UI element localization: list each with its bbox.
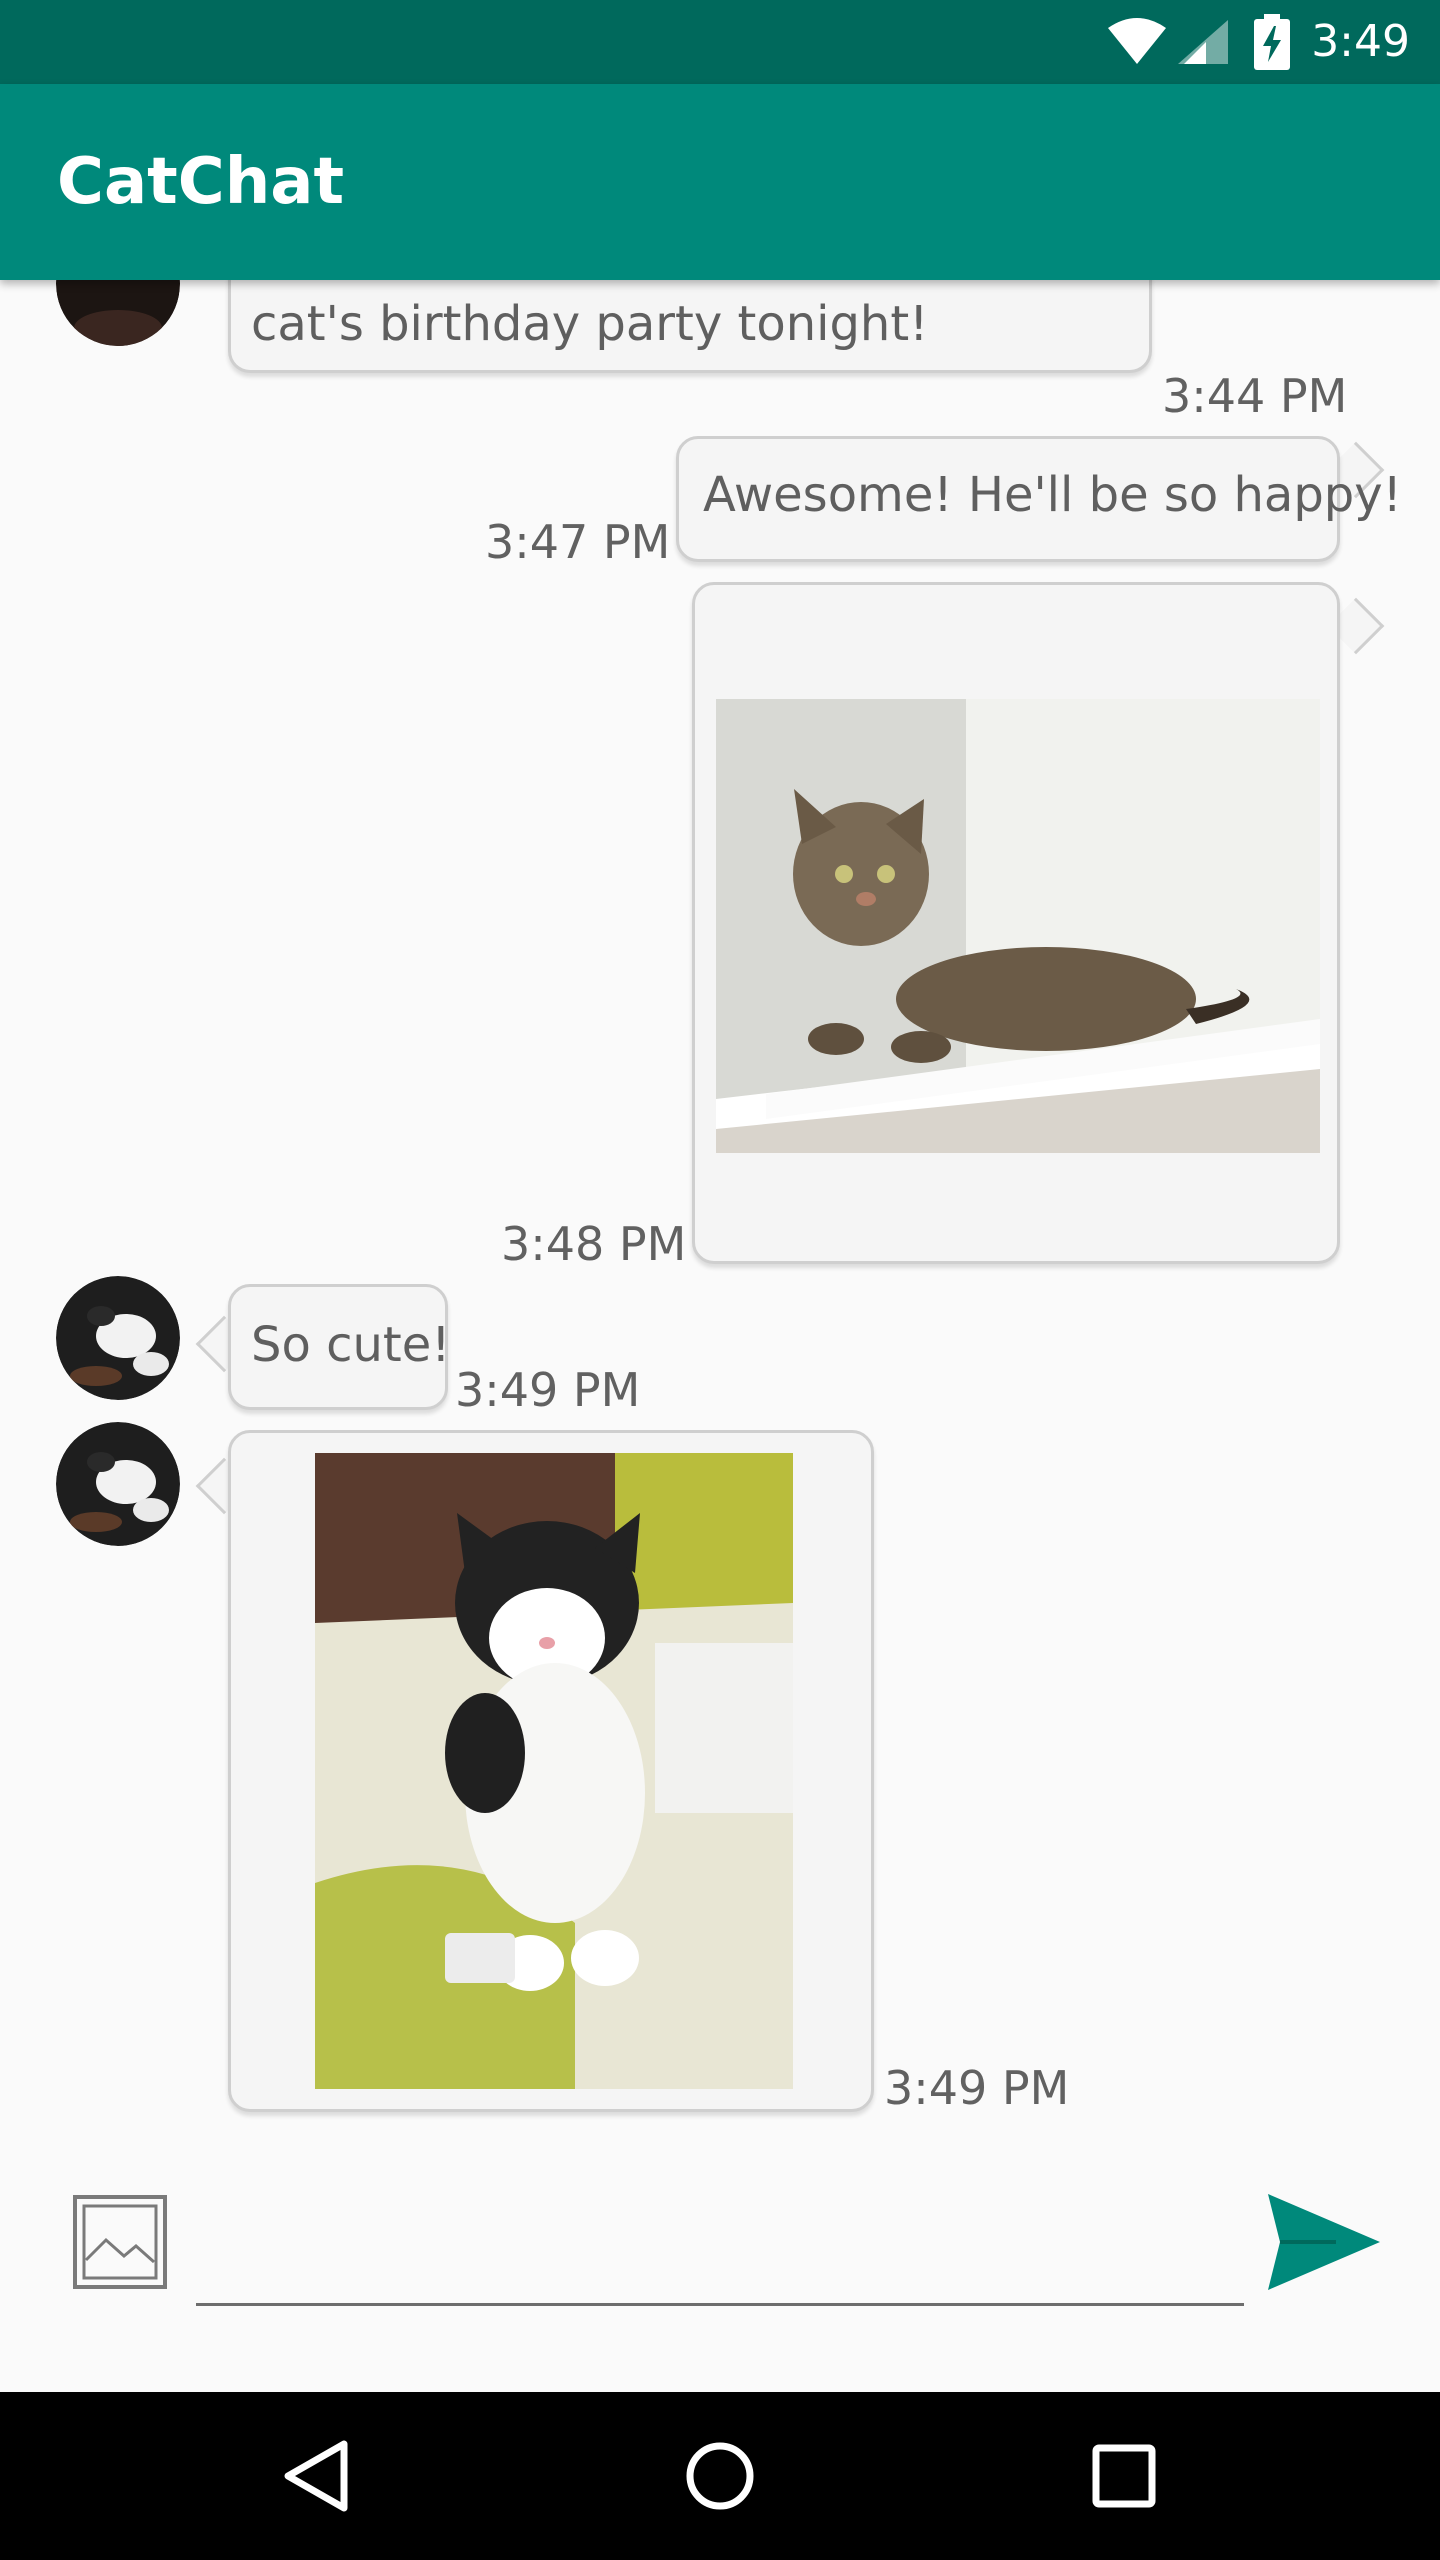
recents-icon[interactable] [1074, 2426, 1174, 2526]
tuxedo-cat-photo[interactable] [315, 1453, 793, 2089]
app-title: CatChat [57, 145, 345, 219]
message-bubble[interactable]: So cute! [228, 1284, 451, 1410]
status-clock: 3:49 [1311, 16, 1410, 67]
battery-charging-icon [1254, 14, 1290, 70]
message-text: So cute! [251, 1317, 451, 1373]
app-bar: CatChat [0, 84, 1440, 280]
signal-icon [1178, 20, 1228, 64]
avatar[interactable] [56, 1276, 180, 1400]
status-bar: 3:49 [0, 0, 1440, 84]
message-timestamp: 3:44 PM [1162, 369, 1348, 423]
avatar-photo-icon [56, 1422, 180, 1546]
back-icon[interactable] [266, 2426, 366, 2526]
avatar[interactable] [56, 1422, 180, 1546]
message-timestamp: 3:48 PM [501, 1217, 687, 1271]
navigation-bar [0, 2392, 1440, 2560]
message-text: cat's birthday party tonight! [251, 296, 929, 352]
message-text: Awesome! He'll be so happy! [703, 467, 1402, 523]
message-bubble[interactable]: Awesome! He'll be so happy! [676, 436, 1402, 562]
avatar-photo-icon [56, 280, 180, 346]
message-timestamp: 3:49 PM [455, 1363, 641, 1417]
message-timestamp: 3:47 PM [485, 515, 671, 569]
image-message-bubble[interactable] [692, 582, 1340, 1264]
avatar-photo-icon [56, 1276, 180, 1400]
tabby-cat-photo[interactable] [716, 699, 1320, 1153]
message-bubble[interactable]: cat's birthday party tonight! [228, 280, 1152, 373]
message-list[interactable]: cat's birthday party tonight! 3:44 PM Aw… [0, 280, 1440, 2130]
home-icon[interactable] [670, 2426, 770, 2526]
avatar[interactable] [56, 280, 180, 346]
send-icon[interactable] [1266, 2192, 1382, 2292]
image-icon[interactable] [72, 2194, 168, 2290]
message-input[interactable] [196, 2186, 1244, 2306]
image-message-bubble[interactable] [228, 1430, 874, 2112]
message-timestamp: 3:49 PM [884, 2061, 1070, 2115]
wifi-icon [1108, 18, 1166, 64]
